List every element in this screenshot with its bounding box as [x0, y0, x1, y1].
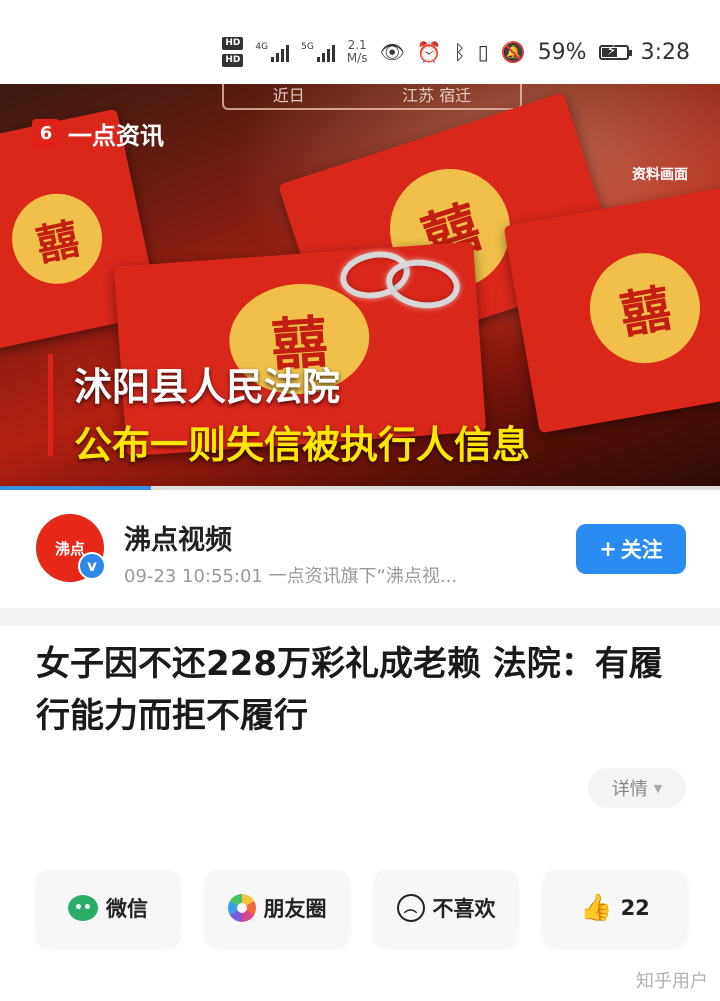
vibrate-icon: ▯ [477, 40, 489, 64]
video-top-text: 近日 江苏 宿迁 [222, 84, 522, 110]
signal-5g-icon: 5G [301, 42, 335, 62]
eye-icon: 👁 [379, 40, 405, 64]
battery-percent: 59% [537, 39, 587, 65]
wechat-icon: •• [68, 895, 98, 921]
battery-icon: ⚡ [598, 43, 632, 60]
share-wechat-label: 微信 [106, 897, 148, 921]
zhihu-watermark: 知乎用户 [636, 967, 708, 993]
status-icons: HD HD 4G 5G 2.1 M/s 👁 ⏰ ᛒ ▯ 🔕 59% ⚡ 3:28 [222, 34, 690, 70]
red-envelope-image: 囍 [503, 184, 720, 434]
clock: 3:28 [640, 39, 690, 65]
thumbs-up-icon: 👍 [580, 893, 613, 923]
follow-button[interactable]: + 关注 [576, 524, 686, 574]
yidian-logo-icon: 6 [32, 118, 60, 149]
watermark-text: 知乎用户 [636, 971, 708, 992]
author-name[interactable]: 沸点视频 [124, 518, 232, 557]
moments-icon [227, 894, 256, 922]
share-actions: •• 微信 朋友圈 ︵ 不喜欢 👍 22 [36, 870, 688, 946]
video-top-text-date: 近日 [272, 86, 305, 105]
author-row: 沸点 v 沸点视频 09-23 10:55:01 一点资讯旗下“沸点视... +… [0, 500, 720, 610]
alarm-icon: ⏰ [416, 40, 442, 64]
like-button[interactable]: 👍 22 [543, 870, 687, 946]
video-caption-line1: 沭阳县人民法院 [74, 365, 341, 409]
caption-accent-bar [48, 354, 53, 456]
hd-indicators: HD HD [222, 37, 244, 67]
author-meta: 09-23 10:55:01 一点资讯旗下“沸点视... [124, 566, 458, 587]
sad-face-icon: ︵ [396, 894, 425, 922]
plus-icon: + [599, 537, 617, 561]
video-player[interactable]: 近日 江苏 宿迁 囍 囍 囍 囍 6 一点资讯 资料画面 沭阳县人民法院 公布一… [0, 84, 720, 490]
details-button[interactable]: 详情 ▼ [588, 768, 686, 808]
video-top-text-location: 江苏 宿迁 [402, 86, 472, 105]
article-headline: 女子因不还228万彩礼成老赖 法院：有履行能力而拒不履行 [36, 644, 663, 736]
follow-label: 关注 [620, 538, 663, 562]
verified-badge-icon: v [78, 552, 106, 580]
signal-4g-icon: 4G [255, 42, 290, 62]
chevron-down-icon: ▼ [653, 781, 663, 795]
dislike-button[interactable]: ︵ 不喜欢 [374, 870, 518, 946]
archive-footage-tag: 资料画面 [632, 167, 688, 183]
section-divider [0, 608, 720, 626]
bluetooth-icon: ᛒ [453, 40, 466, 64]
share-wechat-button[interactable]: •• 微信 [36, 870, 180, 946]
hd-badge-1: HD [222, 37, 244, 50]
details-label: 详情 [611, 779, 648, 800]
video-progress-fill [0, 486, 152, 490]
share-moments-button[interactable]: 朋友圈 [205, 870, 349, 946]
brand-name: 一点资讯 [68, 122, 164, 150]
video-caption-line2: 公布一则失信被执行人信息 [74, 423, 531, 467]
mute-bell-icon: 🔕 [500, 40, 526, 64]
network-speed: 2.1 M/s [346, 38, 368, 65]
share-moments-label: 朋友圈 [263, 897, 327, 921]
video-progress-bar[interactable] [0, 486, 720, 490]
status-bar: HD HD 4G 5G 2.1 M/s 👁 ⏰ ᛒ ▯ 🔕 59% ⚡ 3:28 [0, 0, 720, 84]
hd-badge-2: HD [222, 54, 244, 67]
brand-watermark: 6 一点资讯 [32, 116, 164, 151]
like-count: 22 [620, 896, 650, 920]
dislike-label: 不喜欢 [432, 897, 496, 921]
